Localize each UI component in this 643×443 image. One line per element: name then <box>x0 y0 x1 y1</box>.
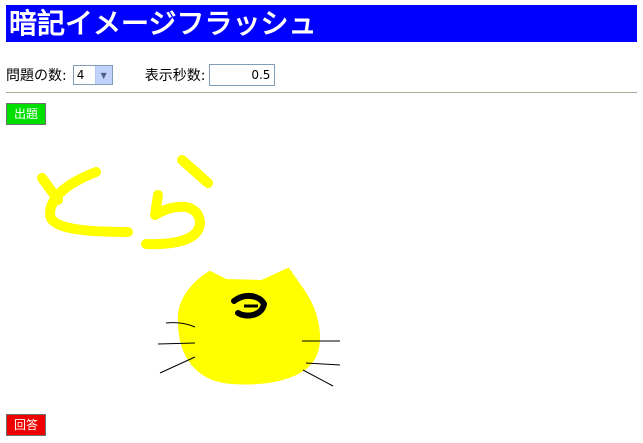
display-seconds-label: 表示秒数: <box>144 68 206 84</box>
page-title: 暗記イメージフラッシュ <box>6 5 637 42</box>
stroke-to-1 <box>37 173 63 205</box>
cat-eyes <box>231 292 268 319</box>
stroke-ra-1 <box>177 155 213 188</box>
divider <box>6 92 637 94</box>
cat-drawing <box>157 267 341 387</box>
answer-button[interactable]: 回答 <box>6 414 46 436</box>
cat-whiskers <box>157 322 341 387</box>
question-count-value: 4 <box>76 68 85 82</box>
chevron-down-icon[interactable]: ▼ <box>94 66 112 84</box>
display-seconds-input[interactable] <box>209 64 276 86</box>
stroke-ra-2 <box>141 190 205 250</box>
cat-head <box>177 267 320 385</box>
question-count-label: 問題の数: <box>6 68 67 84</box>
stroke-to-2 <box>45 167 133 237</box>
handwritten-tora-drawing <box>37 155 213 250</box>
start-quiz-button[interactable]: 出題 <box>6 103 46 125</box>
settings-bar: 問題の数: 4 ▼ 表示秒数: <box>6 63 276 87</box>
question-count-select[interactable]: 4 ▼ <box>72 65 113 85</box>
